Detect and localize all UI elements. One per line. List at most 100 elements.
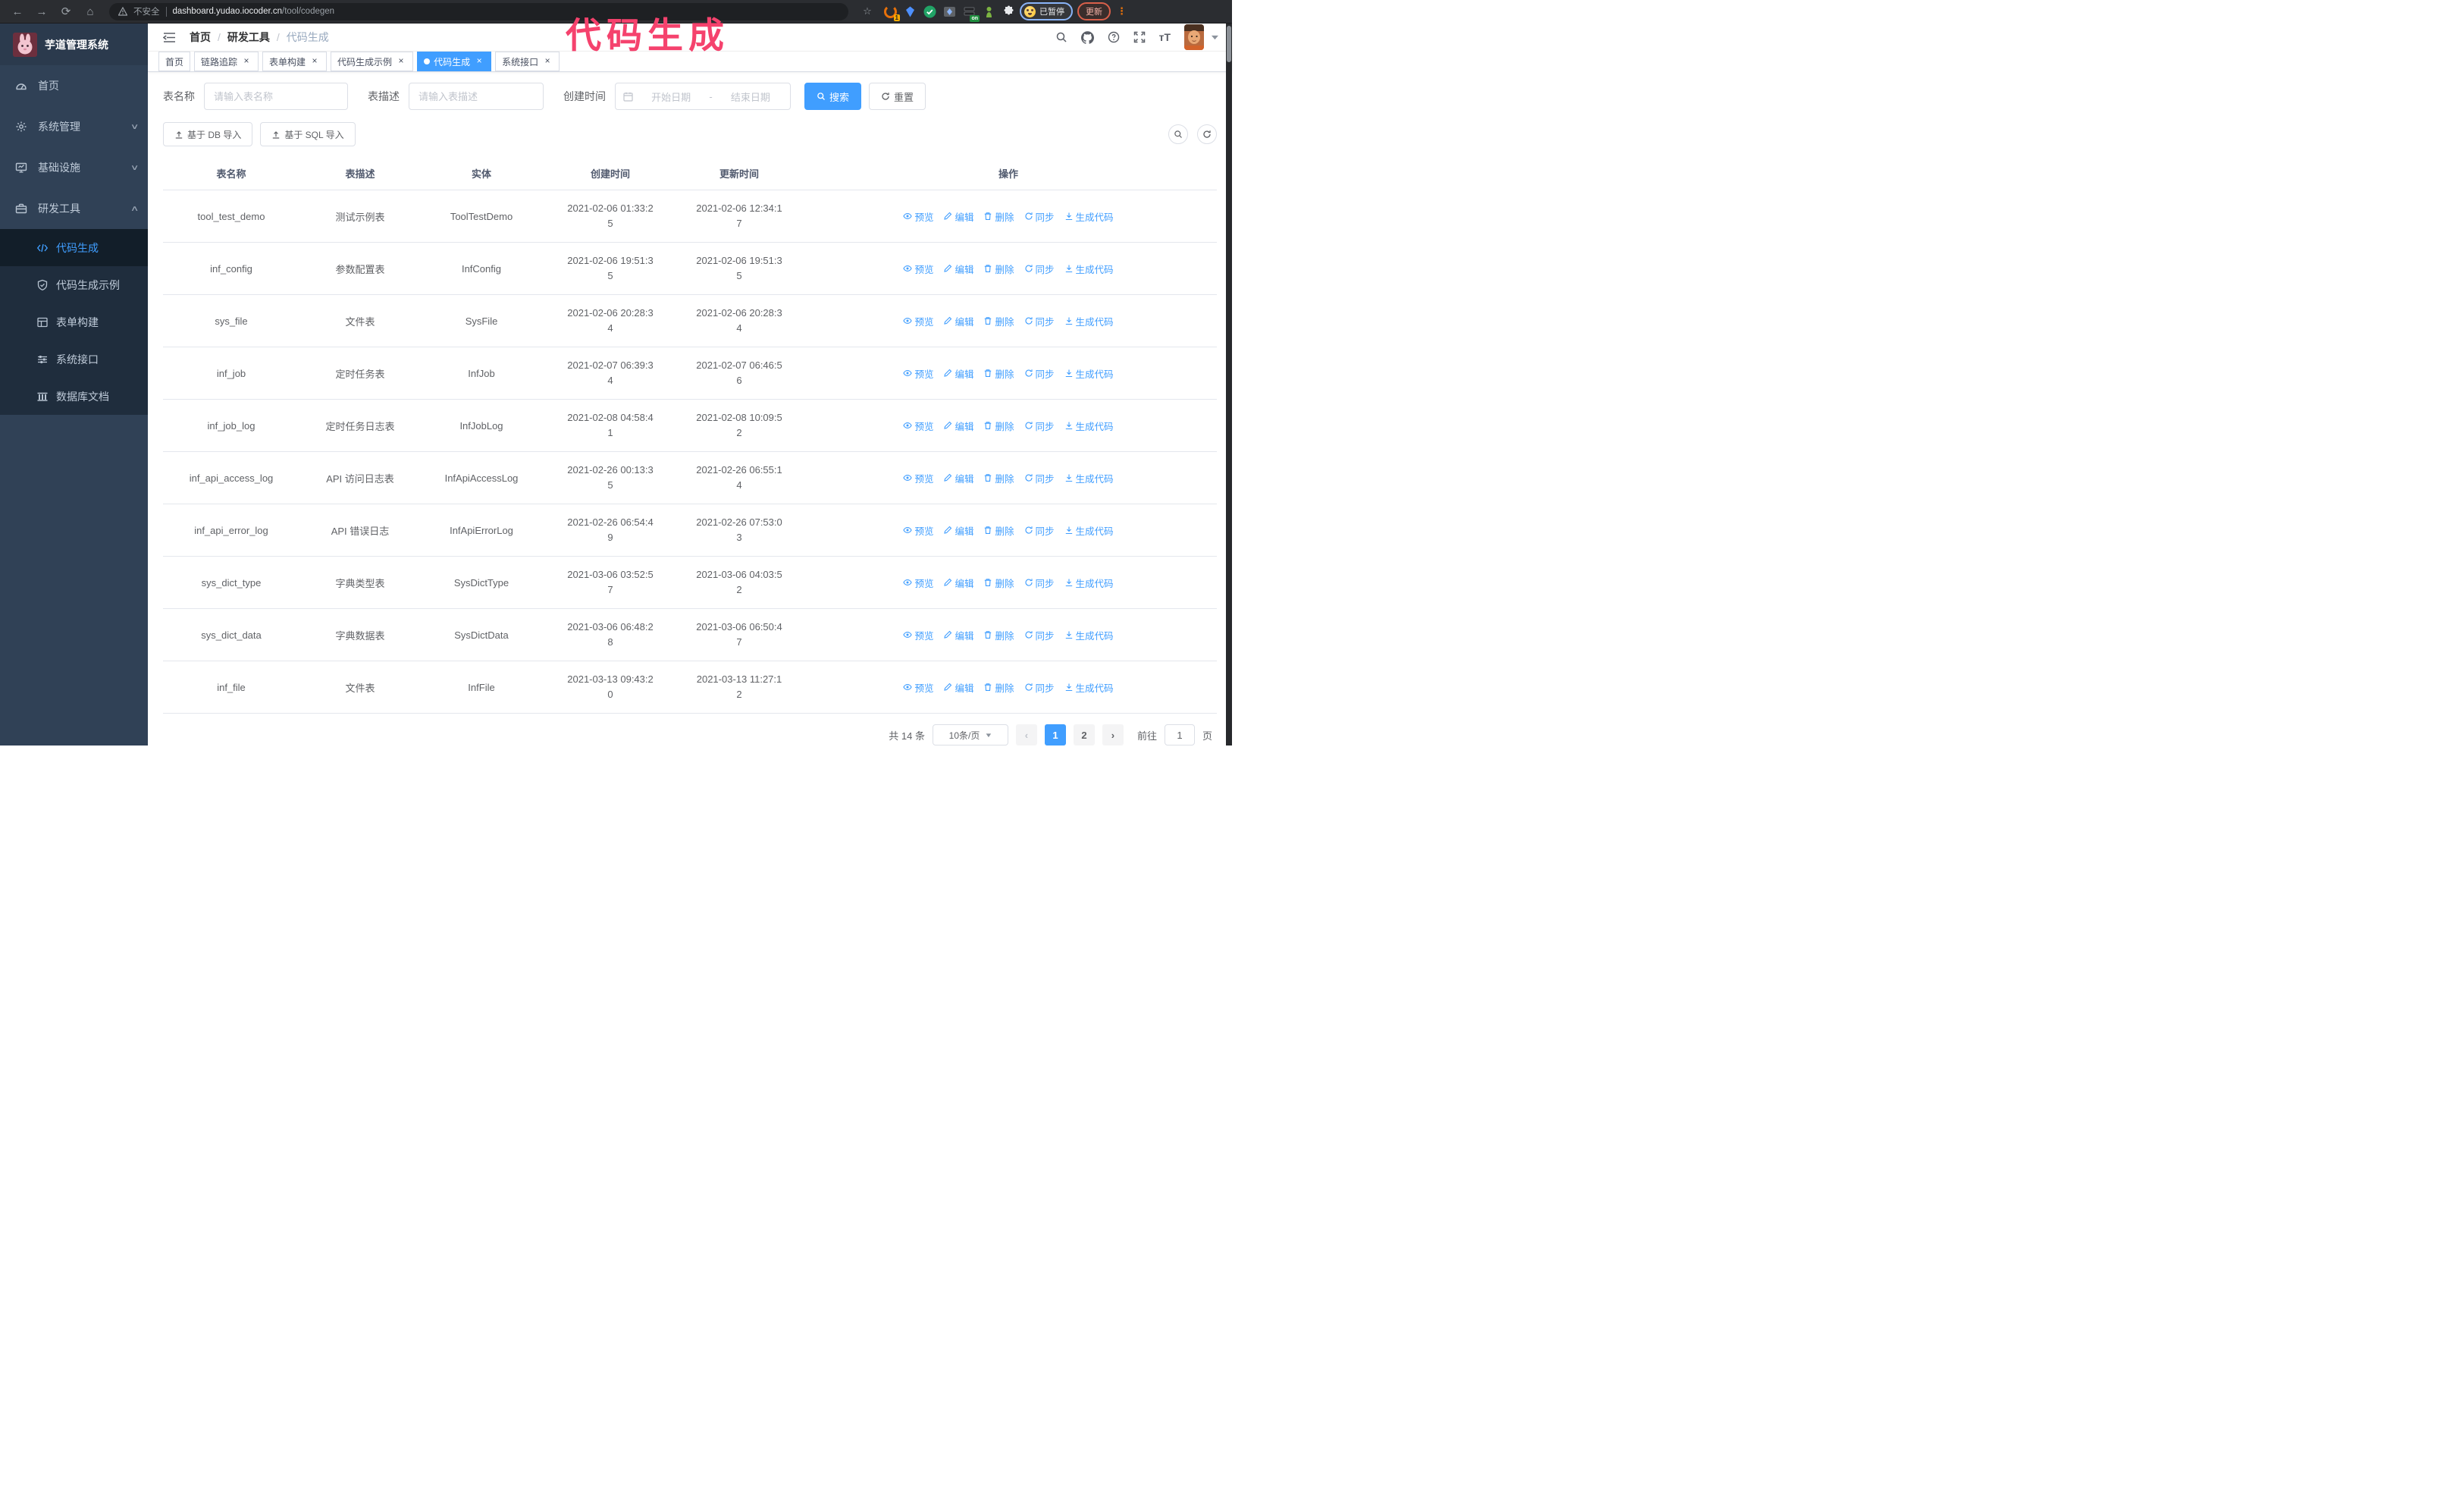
delete-link[interactable]: 删除: [983, 523, 1014, 538]
page-button-2[interactable]: 2: [1073, 724, 1095, 746]
github-icon[interactable]: [1080, 30, 1094, 44]
edit-link[interactable]: 编辑: [943, 680, 973, 695]
generate-code-link[interactable]: 生成代码: [1064, 314, 1114, 328]
import-db-button[interactable]: 基于 DB 导入: [163, 122, 253, 146]
browser-forward-button[interactable]: →: [32, 2, 52, 21]
generate-code-link[interactable]: 生成代码: [1064, 419, 1114, 433]
delete-link[interactable]: 删除: [983, 576, 1014, 590]
sidebar-item-database-docs[interactable]: 数据库文档: [0, 378, 148, 415]
refresh-table-button[interactable]: [1197, 124, 1217, 144]
breadcrumb-home[interactable]: 首页: [190, 30, 211, 45]
preview-link[interactable]: 预览: [903, 523, 933, 538]
sync-link[interactable]: 同步: [1024, 680, 1055, 695]
user-menu[interactable]: ▼: [1184, 24, 1221, 50]
extension-icon-orange[interactable]: 1: [884, 5, 900, 21]
generate-code-link[interactable]: 生成代码: [1064, 366, 1114, 381]
sidebar-item-home[interactable]: 首页: [0, 65, 148, 106]
generate-code-link[interactable]: 生成代码: [1064, 471, 1114, 485]
preview-link[interactable]: 预览: [903, 314, 933, 328]
generate-code-link[interactable]: 生成代码: [1064, 209, 1114, 224]
edit-link[interactable]: 编辑: [943, 314, 973, 328]
table-desc-input[interactable]: [409, 83, 544, 110]
import-sql-button[interactable]: 基于 SQL 导入: [260, 122, 356, 146]
browser-reload-button[interactable]: ⟳: [56, 2, 76, 21]
edit-link[interactable]: 编辑: [943, 209, 973, 224]
delete-link[interactable]: 删除: [983, 471, 1014, 485]
sidebar-item-system-api[interactable]: 系统接口: [0, 341, 148, 378]
fullscreen-icon[interactable]: [1133, 31, 1146, 43]
tab-home[interactable]: 首页: [158, 52, 191, 71]
edit-link[interactable]: 编辑: [943, 419, 973, 433]
toggle-search-button[interactable]: [1168, 124, 1188, 144]
edit-link[interactable]: 编辑: [943, 523, 973, 538]
extension-icon-blue-gem[interactable]: [904, 5, 917, 18]
delete-link[interactable]: 删除: [983, 366, 1014, 381]
tab-close-icon[interactable]: ×: [474, 56, 484, 67]
delete-link[interactable]: 删除: [983, 262, 1014, 276]
sync-link[interactable]: 同步: [1024, 419, 1055, 433]
date-start-placeholder[interactable]: 开始日期: [639, 89, 703, 104]
browser-update-button[interactable]: 更新: [1077, 2, 1111, 20]
generate-code-link[interactable]: 生成代码: [1064, 262, 1114, 276]
preview-link[interactable]: 预览: [903, 680, 933, 695]
app-logo[interactable]: 芋道管理系统: [0, 24, 148, 65]
extension-icon-green-check[interactable]: [923, 5, 936, 18]
scrollbar-thumb[interactable]: [1227, 26, 1231, 62]
extension-icon-green-figure[interactable]: [983, 5, 995, 18]
tab-close-icon[interactable]: ×: [396, 56, 406, 67]
delete-link[interactable]: 删除: [983, 628, 1014, 642]
tab-form-builder[interactable]: 表单构建 ×: [262, 52, 328, 71]
delete-link[interactable]: 删除: [983, 680, 1014, 695]
date-end-placeholder[interactable]: 结束日期: [719, 89, 782, 104]
sync-link[interactable]: 同步: [1024, 576, 1055, 590]
sync-link[interactable]: 同步: [1024, 628, 1055, 642]
next-page-button[interactable]: ›: [1102, 724, 1124, 746]
tab-codegen-example[interactable]: 代码生成示例 ×: [331, 52, 414, 71]
edit-link[interactable]: 编辑: [943, 576, 973, 590]
breadcrumb-dev-tools[interactable]: 研发工具: [227, 30, 270, 45]
sync-link[interactable]: 同步: [1024, 209, 1055, 224]
preview-link[interactable]: 预览: [903, 366, 933, 381]
preview-link[interactable]: 预览: [903, 262, 933, 276]
browser-home-button[interactable]: ⌂: [80, 2, 100, 21]
delete-link[interactable]: 删除: [983, 314, 1014, 328]
edit-link[interactable]: 编辑: [943, 628, 973, 642]
prev-page-button[interactable]: ‹: [1015, 724, 1037, 746]
table-name-input[interactable]: [204, 83, 348, 110]
preview-link[interactable]: 预览: [903, 471, 933, 485]
sync-link[interactable]: 同步: [1024, 262, 1055, 276]
edit-link[interactable]: 编辑: [943, 262, 973, 276]
sidebar-item-system-management[interactable]: 系统管理 ∨: [0, 106, 148, 147]
sidebar-item-code-generation[interactable]: 代码生成: [0, 229, 148, 266]
browser-profile-pill[interactable]: 已暂停: [1020, 2, 1073, 20]
generate-code-link[interactable]: 生成代码: [1064, 523, 1114, 538]
sidebar-item-dev-tools[interactable]: 研发工具 ∧: [0, 188, 148, 229]
search-button[interactable]: 搜索: [804, 83, 862, 110]
sync-link[interactable]: 同步: [1024, 471, 1055, 485]
tab-close-icon[interactable]: ×: [241, 56, 252, 67]
tab-close-icon[interactable]: ×: [542, 56, 553, 67]
reset-button[interactable]: 重置: [869, 83, 926, 110]
delete-link[interactable]: 删除: [983, 209, 1014, 224]
page-button-1[interactable]: 1: [1044, 724, 1066, 746]
tab-close-icon[interactable]: ×: [309, 56, 320, 67]
generate-code-link[interactable]: 生成代码: [1064, 628, 1114, 642]
extension-icon-grid-gem[interactable]: [943, 5, 956, 18]
preview-link[interactable]: 预览: [903, 628, 933, 642]
sidebar-item-infrastructure[interactable]: 基础设施 ∨: [0, 147, 148, 188]
hamburger-icon[interactable]: [158, 27, 180, 48]
preview-link[interactable]: 预览: [903, 209, 933, 224]
date-range-picker[interactable]: 开始日期 - 结束日期: [615, 83, 791, 110]
bookmark-star-icon[interactable]: ☆: [857, 2, 877, 21]
tab-system-api[interactable]: 系统接口 ×: [495, 52, 560, 71]
search-icon[interactable]: [1055, 31, 1067, 43]
sync-link[interactable]: 同步: [1024, 314, 1055, 328]
page-size-select[interactable]: 10条/页 ▼: [932, 724, 1008, 746]
sidebar-item-codegen-example[interactable]: 代码生成示例: [0, 266, 148, 303]
tab-code-generation[interactable]: 代码生成 ×: [417, 52, 492, 71]
edit-link[interactable]: 编辑: [943, 471, 973, 485]
browser-menu-icon[interactable]: ⋮: [1115, 5, 1128, 17]
sync-link[interactable]: 同步: [1024, 523, 1055, 538]
preview-link[interactable]: 预览: [903, 419, 933, 433]
address-bar[interactable]: 不安全 dashboard.yudao.iocoder.cn/tool/code…: [109, 2, 848, 20]
